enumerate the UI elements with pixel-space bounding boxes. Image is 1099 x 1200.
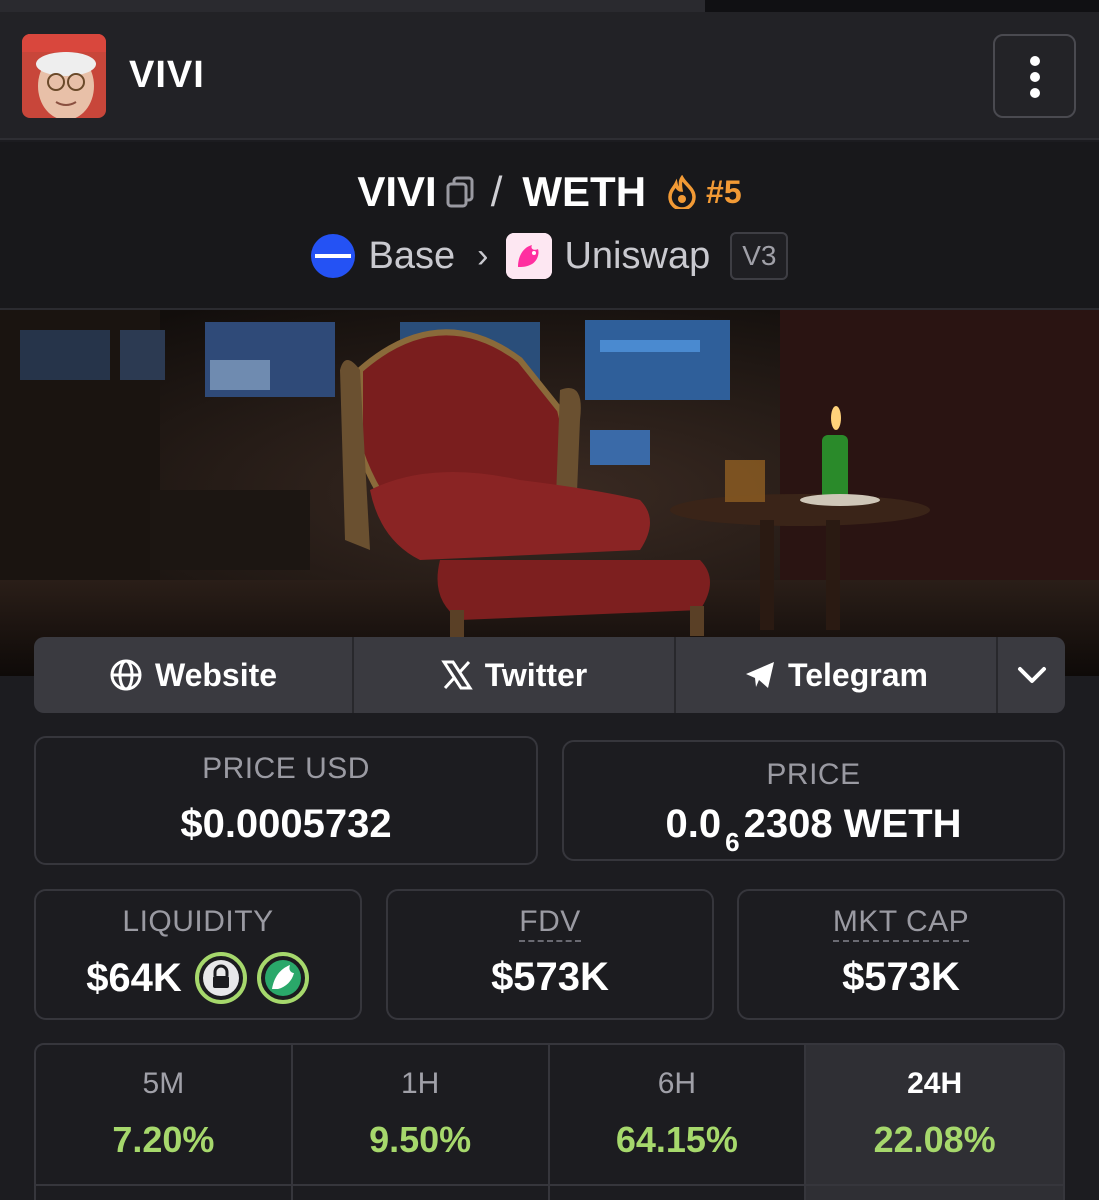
price-usd-value: $0.0005732 xyxy=(180,802,392,846)
uniswap-icon xyxy=(506,233,553,279)
price-weth-card: PRICE 0.0 6 2308 WETH xyxy=(562,740,1065,861)
telegram-icon xyxy=(746,662,775,688)
price-usd-card: PRICE USD $0.0005732 xyxy=(34,736,538,865)
tab-5m[interactable]: 5M 7.20% xyxy=(36,1045,293,1200)
globe-icon xyxy=(110,659,142,691)
price-weth-value: 0.0 6 2308 WETH xyxy=(564,802,1063,857)
fdv-value: $573K xyxy=(491,955,609,999)
tab-6h[interactable]: 6H 64.15% xyxy=(550,1045,807,1200)
tab-5m-label: 5M xyxy=(142,1067,185,1100)
liquidity-label: LIQUIDITY xyxy=(122,905,274,938)
social-links-bar: Website Twitter Telegram xyxy=(34,637,1065,713)
price-usd-label: PRICE USD xyxy=(202,752,370,785)
tab-1h-label: 1H xyxy=(400,1067,440,1100)
tab-24h-label: 24H xyxy=(907,1067,963,1100)
pair-info: VIVI / WETH #5 Base › Uniswap V3 xyxy=(0,142,1099,310)
top-progress-strip xyxy=(0,0,1099,12)
chain-dex-row: Base › Uniswap V3 xyxy=(0,226,1099,286)
tab-1h-change: 9.50% xyxy=(369,1119,472,1160)
price-weth-prefix: 0.0 xyxy=(665,802,722,846)
website-link-label: Website xyxy=(154,656,278,693)
website-link-button[interactable]: Website xyxy=(34,637,354,713)
dex-name[interactable]: Uniswap xyxy=(564,235,710,278)
pair-separator: / xyxy=(490,168,503,215)
more-dot-icon xyxy=(1030,72,1040,82)
mktcap-label: MKT CAP xyxy=(832,905,970,942)
chain-name[interactable]: Base xyxy=(369,235,456,278)
tab-5m-change: 7.20% xyxy=(112,1119,215,1160)
mktcap-card: MKT CAP $573K xyxy=(737,889,1065,1020)
telegram-link-label: Telegram xyxy=(788,656,928,693)
twitter-link-button[interactable]: Twitter xyxy=(354,637,676,713)
price-weth-zero-count: 6 xyxy=(725,827,740,857)
telegram-link-button[interactable]: Telegram xyxy=(676,637,998,713)
token-avatar xyxy=(22,34,106,118)
dex-version-badge: V3 xyxy=(730,232,789,280)
trending-rank-badge[interactable]: #5 xyxy=(706,174,742,211)
tab-24h[interactable]: 24H 22.08% xyxy=(806,1045,1063,1200)
tab-6h-change: 64.15% xyxy=(615,1119,738,1160)
price-weth-label: PRICE xyxy=(766,758,861,791)
mktcap-value: $573K xyxy=(842,955,960,999)
lock-icon[interactable] xyxy=(194,951,248,1005)
timeframe-divider xyxy=(34,1184,1065,1186)
top-progress-fill xyxy=(0,0,705,12)
unicrypt-icon[interactable] xyxy=(256,951,310,1005)
copy-icon[interactable] xyxy=(445,175,475,209)
chevron-down-icon xyxy=(1017,667,1046,683)
quote-token-symbol: WETH xyxy=(522,168,647,215)
fdv-label-wrap[interactable]: FDV xyxy=(388,905,712,942)
more-dot-icon xyxy=(1030,88,1040,98)
flame-icon xyxy=(668,175,696,209)
fdv-label: FDV xyxy=(519,905,581,942)
timeframe-tabs: 5M 7.20% 1H 9.50% 6H 64.15% 24H 22.08% xyxy=(34,1043,1065,1200)
liquidity-value-row: $64K xyxy=(34,950,362,1006)
more-dot-icon xyxy=(1030,56,1040,66)
x-twitter-icon xyxy=(440,660,473,690)
tab-24h-change: 22.08% xyxy=(873,1119,996,1160)
tab-6h-label: 6H xyxy=(657,1067,697,1100)
token-banner-image xyxy=(0,310,1099,676)
liquidity-value: $64K xyxy=(86,955,182,1000)
price-weth-suffix: 2308 WETH xyxy=(743,802,962,846)
twitter-link-label: Twitter xyxy=(484,656,588,693)
header: VIVI xyxy=(0,12,1099,140)
base-chain-icon xyxy=(310,234,355,278)
more-options-button[interactable] xyxy=(993,34,1076,118)
fdv-card: FDV $573K xyxy=(386,889,714,1020)
token-title: VIVI xyxy=(129,54,205,96)
more-links-dropdown[interactable] xyxy=(998,637,1065,713)
pair-title-row: VIVI / WETH #5 xyxy=(0,164,1099,220)
base-token-symbol: VIVI xyxy=(357,168,437,215)
chevron-right-icon: › xyxy=(477,236,489,275)
tab-1h[interactable]: 1H 9.50% xyxy=(293,1045,550,1200)
mktcap-label-wrap[interactable]: MKT CAP xyxy=(739,905,1063,942)
